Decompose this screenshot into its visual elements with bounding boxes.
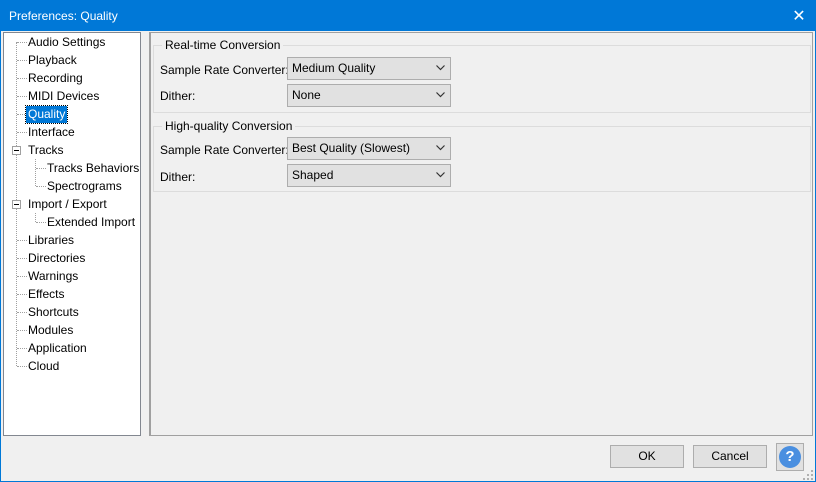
tree-item-quality[interactable]: Quality [24, 105, 69, 124]
help-icon: ? [779, 446, 801, 468]
chevron-down-icon [436, 92, 445, 100]
chevron-down-icon [436, 172, 445, 180]
tree-item-interface[interactable]: Interface [26, 124, 77, 141]
highquality-conversion-group: High-quality Conversion Sample Rate Conv… [153, 119, 811, 192]
tree-item-tracks[interactable]: Tracks [26, 142, 66, 159]
realtime-dither-label: Dither: [160, 89, 196, 103]
tree-item-import-export[interactable]: Import / Export [26, 196, 109, 213]
tree-item-modules[interactable]: Modules [26, 322, 75, 339]
tree-item-audio-settings[interactable]: Audio Settings [26, 34, 107, 51]
tree-item-recording[interactable]: Recording [26, 70, 85, 87]
tree-item-libraries[interactable]: Libraries [26, 232, 76, 249]
tree-item-midi-devices[interactable]: MIDI Devices [26, 88, 101, 105]
tree-line [35, 213, 36, 222]
chevron-down-icon [436, 65, 445, 73]
highquality-conversion-title: High-quality Conversion [162, 119, 296, 133]
highquality-dither-label: Dither: [160, 170, 196, 184]
highquality-dither-combo[interactable]: Shaped [287, 164, 451, 187]
preferences-tree: Audio Settings Playback Recording MIDI D… [3, 32, 141, 436]
realtime-conversion-group: Real-time Conversion Sample Rate Convert… [153, 38, 811, 113]
close-icon[interactable]: ✕ [783, 1, 815, 31]
cancel-button[interactable]: Cancel [693, 445, 767, 468]
realtime-dither-value: None [292, 88, 321, 102]
resize-grip-icon[interactable] [803, 469, 813, 480]
tree-item-playback[interactable]: Playback [26, 52, 79, 69]
realtime-dither-combo[interactable]: None [287, 84, 451, 107]
realtime-src-value: Medium Quality [292, 61, 376, 75]
tree-item-extended-import[interactable]: Extended Import [45, 214, 137, 231]
realtime-conversion-title: Real-time Conversion [162, 38, 284, 52]
tree-item-shortcuts[interactable]: Shortcuts [26, 304, 81, 321]
realtime-src-label: Sample Rate Converter: [160, 63, 289, 77]
tree-item-warnings[interactable]: Warnings [26, 268, 80, 285]
tree-item-tracks-behaviors[interactable]: Tracks Behaviors [45, 160, 141, 177]
highquality-src-combo[interactable]: Best Quality (Slowest) [287, 137, 451, 160]
preferences-window: Preferences: Quality ✕ Audio Settings Pl… [0, 0, 816, 482]
realtime-src-combo[interactable]: Medium Quality [287, 57, 451, 80]
tree-item-cloud[interactable]: Cloud [26, 358, 61, 375]
quality-panel: Real-time Conversion Sample Rate Convert… [149, 32, 813, 436]
highquality-src-value: Best Quality (Slowest) [292, 141, 411, 155]
help-button[interactable]: ? [776, 443, 804, 471]
tree-item-effects[interactable]: Effects [26, 286, 66, 303]
window-title: Preferences: Quality [9, 9, 118, 23]
highquality-src-label: Sample Rate Converter: [160, 143, 289, 157]
tree-line [35, 159, 36, 186]
ok-button[interactable]: OK [610, 445, 684, 468]
title-bar: Preferences: Quality ✕ [1, 1, 815, 31]
chevron-down-icon [436, 145, 445, 153]
collapse-tracks-icon[interactable] [12, 146, 21, 155]
tree-item-application[interactable]: Application [26, 340, 89, 357]
collapse-import-export-icon[interactable] [12, 200, 21, 209]
highquality-dither-value: Shaped [292, 168, 334, 182]
tree-item-directories[interactable]: Directories [26, 250, 87, 267]
tree-item-spectrograms[interactable]: Spectrograms [45, 178, 124, 195]
